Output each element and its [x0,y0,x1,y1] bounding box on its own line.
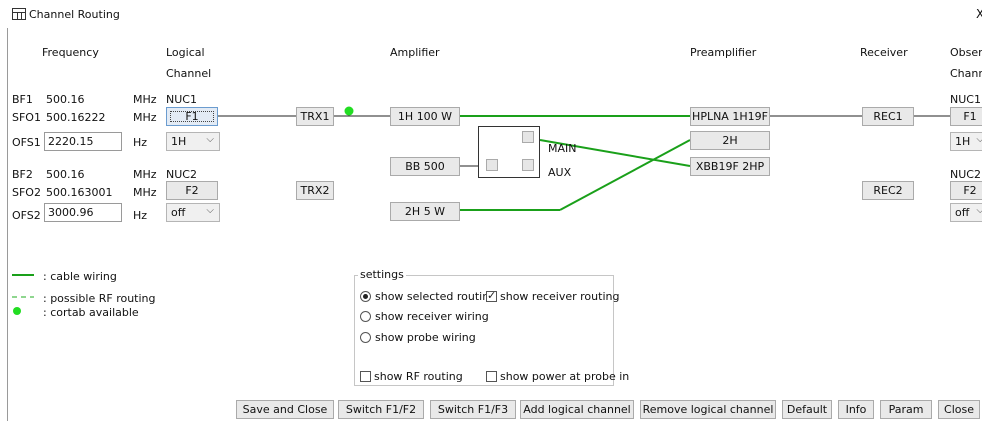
show-selected-routing-label: show selected routing [375,290,497,303]
bf2-label: BF2 [12,168,33,181]
header-observe: Observ [950,46,982,59]
header-amplifier: Amplifier [390,46,440,59]
aux-label: AUX [548,166,572,179]
cortab-dot [344,106,354,116]
aux-port[interactable] [522,159,534,171]
sfo1-label: SFO1 [12,111,41,124]
obs-nucleus2-combo[interactable]: off ⌵ [950,203,982,222]
f1-button[interactable]: F1 [166,107,218,126]
main-label: MAIN [548,142,577,155]
header-channel: Channel [166,67,212,80]
obs-nuc1-label: NUC1 [950,93,981,106]
ofs2-input[interactable]: 3000.96 [44,203,122,222]
nucleus2-combo-value: off [171,206,186,219]
trx1-button[interactable]: TRX1 [296,107,334,126]
f2-button[interactable]: F2 [166,181,218,200]
sfo1-unit: MHz [133,111,157,124]
obs-nuc2-label: NUC2 [950,168,981,181]
bf2-value: 500.16 [46,168,85,181]
close-button[interactable]: Close [938,400,980,419]
amp-bb500-button[interactable]: BB 500 [390,157,460,176]
sfo2-unit: MHz [133,186,157,199]
show-probe-wiring-label: show probe wiring [375,331,476,344]
ofs1-label: OFS1 [12,136,41,149]
obs-f1-button[interactable]: F1 [950,107,982,126]
nucleus1-combo-value: 1H [171,135,187,148]
show-rf-routing-checkbox[interactable]: show RF routing [360,370,463,383]
header-preamplifier: Preamplifier [690,46,757,59]
info-button[interactable]: Info [838,400,874,419]
bf1-label: BF1 [12,93,33,106]
preamp-2h-button[interactable]: 2H [690,131,770,150]
show-selected-routing-radio[interactable]: show selected routing [360,290,496,303]
obs-nucleus1-combo-value: 1H [955,135,971,148]
cortab-swatch [13,307,21,315]
ofs1-unit: Hz [133,136,148,149]
show-power-at-probe-checkbox[interactable]: show power at probe in [486,370,629,383]
show-power-at-probe-label: show power at probe in [500,370,630,383]
sfo2-value: 500.163001 [46,186,113,199]
chevron-down-icon: ⌵ [206,134,214,145]
checkbox-icon [486,371,497,382]
obs-f2-button[interactable]: F2 [950,181,982,200]
chevron-down-icon: ⌵ [976,205,982,216]
bf1-unit: MHz [133,93,157,106]
chevron-down-icon: ⌵ [206,205,214,216]
radio-icon [360,311,371,322]
remove-logical-channel-button[interactable]: Remove logical channel [640,400,776,419]
show-rf-routing-label: show RF routing [374,370,463,383]
show-receiver-routing-checkbox[interactable]: show receiver routing [486,289,620,303]
rec2-button[interactable]: REC2 [862,181,914,200]
switch-f1f3-button[interactable]: Switch F1/F3 [430,400,516,419]
show-receiver-wiring-label: show receiver wiring [375,310,489,323]
checkbox-icon [360,371,371,382]
radio-icon [360,332,371,343]
bb500-port[interactable] [486,159,498,171]
nucleus2-combo[interactable]: off ⌵ [166,203,220,222]
legend-swatches [12,274,34,315]
radio-selected-icon [360,291,371,302]
nucleus1-combo[interactable]: 1H ⌵ [166,132,220,151]
amp-1h-100w-button[interactable]: 1H 100 W [390,107,460,126]
wire-2h-preamp [559,139,691,211]
sfo2-label: SFO2 [12,186,41,199]
nuc1-label: NUC1 [166,93,197,106]
show-probe-wiring-radio[interactable]: show probe wiring [360,331,476,344]
ofs2-unit: Hz [133,209,148,222]
obs-nucleus2-combo-value: off [955,206,970,219]
chevron-down-icon: ⌵ [976,134,982,145]
header-receiver: Receiver [860,46,908,59]
param-button[interactable]: Param [880,400,932,419]
rec1-button[interactable]: REC1 [862,107,914,126]
save-and-close-button[interactable]: Save and Close [236,400,334,419]
add-logical-channel-button[interactable]: Add logical channel [520,400,634,419]
ofs2-label: OFS2 [12,209,41,222]
preamp-xbb-button[interactable]: XBB19F 2HP [690,157,770,176]
show-receiver-wiring-radio[interactable]: show receiver wiring [360,310,489,323]
switch-f1f2-button[interactable]: Switch F1/F2 [338,400,424,419]
legend-cortab-label: : cortab available [43,306,139,319]
sfo1-value: 500.16222 [46,111,106,124]
bf2-unit: MHz [133,168,157,181]
bf1-value: 500.16 [46,93,85,106]
nuc2-label: NUC2 [166,168,197,181]
amp-2h-5w-button[interactable]: 2H 5 W [390,202,460,221]
header-frequency: Frequency [42,46,99,59]
preamp-hplna-button[interactable]: HPLNA 1H19F [690,107,770,126]
header-observe-channel: Channe [950,67,982,80]
ofs1-input[interactable]: 2220.15 [44,132,122,151]
show-receiver-routing-label: show receiver routing [500,290,620,303]
settings-title: settings [358,268,406,281]
trx2-button[interactable]: TRX2 [296,181,334,200]
legend-cable-label: : cable wiring [43,270,117,283]
checkbox-checked-icon [486,289,497,302]
default-button[interactable]: Default [782,400,832,419]
obs-nucleus1-combo[interactable]: 1H ⌵ [950,132,982,151]
header-logical: Logical [166,46,205,59]
main-port[interactable] [522,131,534,143]
legend-rf-label: : possible RF routing [43,292,156,305]
